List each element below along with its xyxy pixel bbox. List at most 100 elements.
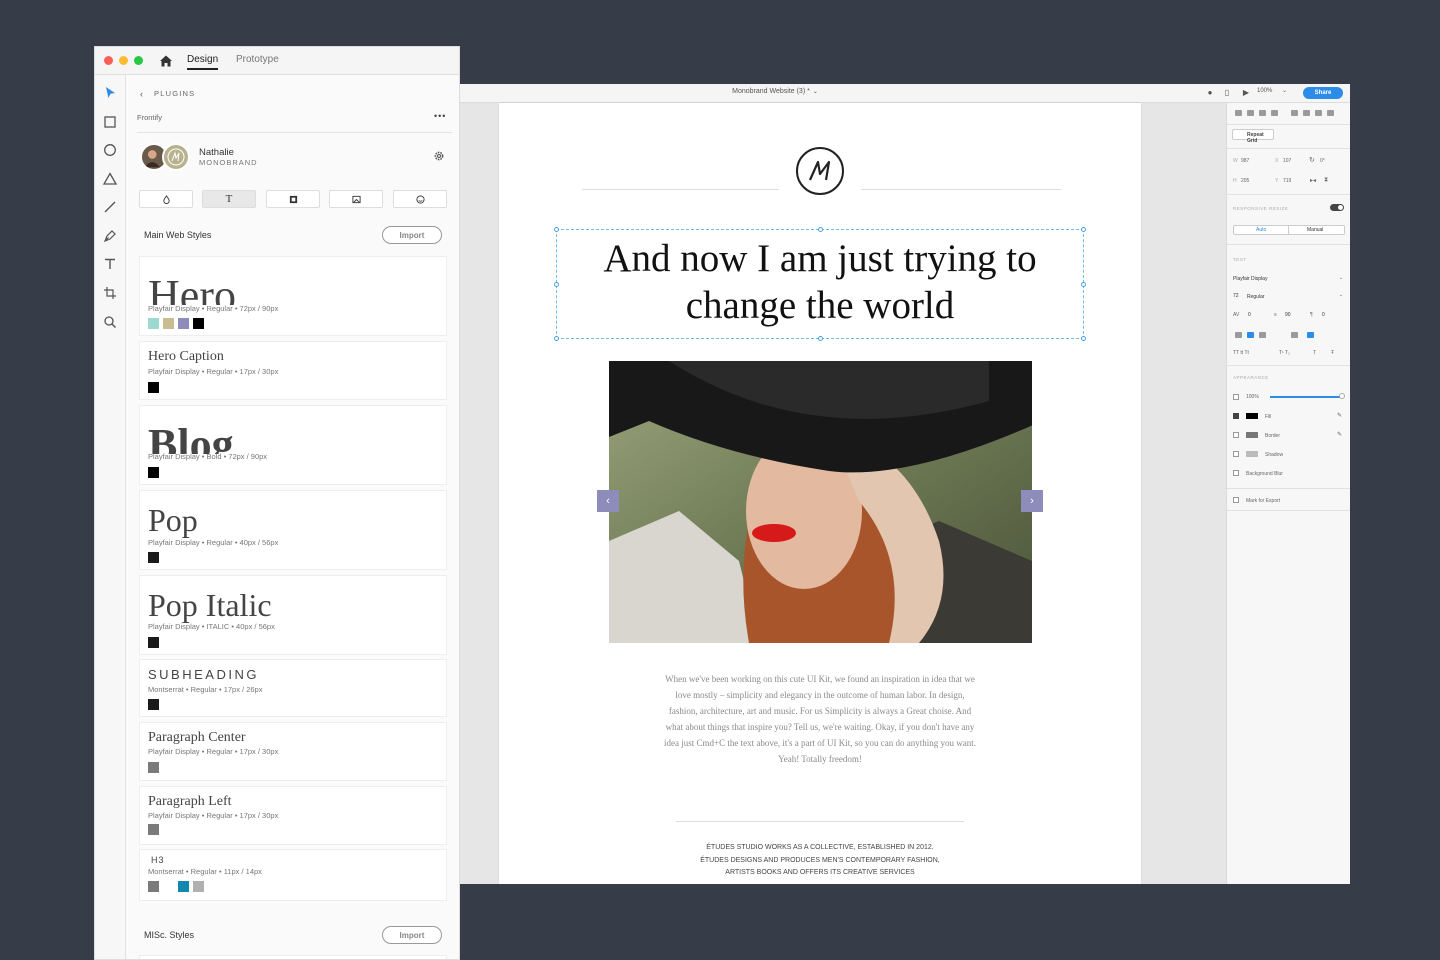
home-icon[interactable] bbox=[159, 54, 173, 68]
underline-icon[interactable]: T bbox=[1313, 350, 1316, 356]
more-options-icon[interactable]: ••• bbox=[434, 111, 446, 121]
typography-category-button[interactable]: T bbox=[202, 190, 256, 208]
play-icon[interactable]: ▶ bbox=[1240, 87, 1252, 99]
chevron-down-icon[interactable]: ⌄ bbox=[1282, 87, 1287, 94]
icons-category-button[interactable] bbox=[393, 190, 447, 208]
tab-prototype[interactable]: Prototype bbox=[236, 54, 279, 65]
colors-category-button[interactable] bbox=[139, 190, 193, 208]
user-icon[interactable]: ● bbox=[1204, 87, 1216, 99]
repeat-grid-button[interactable]: Repeat Grid bbox=[1232, 129, 1274, 144]
paragraph-spacing-field[interactable]: 0 bbox=[1322, 312, 1325, 318]
style-card-paragraph-left[interactable]: Paragraph Left Playfair Display • Regula… bbox=[139, 786, 447, 845]
font-size-field[interactable]: 72 bbox=[1233, 293, 1239, 299]
fill-swatch[interactable] bbox=[1246, 413, 1258, 419]
style-card-blog[interactable]: Blog Playfair Display • Bold • 72px / 90… bbox=[139, 405, 447, 485]
opacity-value[interactable]: 100% bbox=[1246, 394, 1259, 400]
polygon-tool-icon[interactable] bbox=[102, 171, 118, 187]
border-swatch[interactable] bbox=[1246, 432, 1258, 438]
tab-design[interactable]: Design bbox=[187, 54, 219, 70]
ellipse-tool-icon[interactable] bbox=[102, 142, 118, 158]
color-swatch[interactable] bbox=[193, 318, 204, 329]
chevron-down-icon[interactable]: ⌄ bbox=[1339, 292, 1343, 298]
document-title[interactable]: Monobrand Website (3) * ⌄ bbox=[460, 88, 1090, 95]
style-card-subheading[interactable]: SUBHEADING Montserrat • Regular • 17px /… bbox=[139, 659, 447, 717]
eyedropper-icon[interactable]: ✎ bbox=[1337, 412, 1342, 419]
style-card-pop[interactable]: Pop Playfair Display • Regular • 40px / … bbox=[139, 490, 447, 570]
color-swatch[interactable] bbox=[148, 318, 159, 329]
eyedropper-icon[interactable]: ✎ bbox=[1337, 431, 1342, 438]
zoom-level[interactable]: 100% bbox=[1257, 88, 1272, 94]
fill-checkbox[interactable] bbox=[1233, 413, 1239, 419]
resize-handle[interactable] bbox=[554, 227, 559, 232]
width-field[interactable]: 987 bbox=[1241, 158, 1249, 164]
resize-handle[interactable] bbox=[818, 227, 823, 232]
patterns-category-button[interactable] bbox=[266, 190, 320, 208]
style-card-hero-caption[interactable]: Hero Caption Playfair Display • Regular … bbox=[139, 341, 447, 400]
mobile-preview-icon[interactable]: ▯ bbox=[1221, 87, 1233, 99]
artboard-tool-icon[interactable] bbox=[102, 285, 118, 301]
font-weight-select[interactable]: Regular bbox=[1247, 294, 1265, 300]
color-swatch[interactable] bbox=[178, 881, 189, 892]
import-misc-styles-button[interactable]: Import bbox=[382, 926, 442, 944]
color-swatch[interactable] bbox=[148, 637, 159, 648]
rectangle-tool-icon[interactable] bbox=[102, 114, 118, 130]
text-align-left-icon[interactable] bbox=[1235, 332, 1242, 338]
point-text-icon[interactable] bbox=[1291, 332, 1298, 338]
text-transform-icons[interactable]: TT tt Tt bbox=[1233, 350, 1249, 356]
text-align-center-icon[interactable] bbox=[1247, 332, 1254, 338]
opacity-slider[interactable] bbox=[1270, 396, 1342, 398]
flip-icon[interactable]: ▸◂ bbox=[1310, 177, 1316, 184]
hero-heading[interactable]: And now I am just trying to change the w… bbox=[556, 235, 1084, 329]
line-spacing-field[interactable]: 90 bbox=[1285, 312, 1291, 318]
chevron-down-icon[interactable]: ⌄ bbox=[1339, 275, 1343, 281]
auto-option[interactable]: Auto bbox=[1234, 226, 1289, 234]
select-tool-icon[interactable] bbox=[102, 85, 118, 101]
style-card-h3[interactable]: H3 Montserrat • Regular • 11px / 14px bbox=[139, 849, 447, 901]
x-field[interactable]: 107 bbox=[1283, 158, 1291, 164]
strikethrough-icon[interactable]: Ŧ bbox=[1331, 350, 1334, 356]
color-swatch[interactable] bbox=[178, 318, 189, 329]
char-spacing-field[interactable]: 0 bbox=[1248, 312, 1251, 318]
color-swatch[interactable] bbox=[148, 762, 159, 773]
color-swatch[interactable] bbox=[148, 382, 159, 393]
shadow-swatch[interactable] bbox=[1246, 451, 1258, 457]
color-swatch[interactable] bbox=[163, 318, 174, 329]
pen-tool-icon[interactable] bbox=[102, 228, 118, 244]
carousel-prev-button[interactable]: ‹ bbox=[597, 490, 619, 512]
shadow-checkbox[interactable] bbox=[1233, 451, 1239, 457]
zoom-tool-icon[interactable] bbox=[102, 314, 118, 330]
opacity-checkbox[interactable] bbox=[1233, 394, 1239, 400]
body-paragraph[interactable]: When we've been working on this cute UI … bbox=[664, 671, 976, 767]
color-swatch[interactable] bbox=[193, 881, 204, 892]
color-swatch[interactable] bbox=[148, 699, 159, 710]
carousel-next-button[interactable]: › bbox=[1021, 490, 1043, 512]
artboard[interactable]: And now I am just trying to change the w… bbox=[499, 103, 1141, 884]
superscript-icons[interactable]: T¹ T₁ bbox=[1279, 350, 1290, 356]
plugins-label[interactable]: PLUGINS bbox=[154, 89, 195, 98]
resize-handle[interactable] bbox=[1081, 227, 1086, 232]
style-card-paragraph-center[interactable]: Paragraph Center Playfair Display • Regu… bbox=[139, 722, 447, 781]
color-swatch[interactable] bbox=[148, 881, 159, 892]
color-swatch[interactable] bbox=[148, 552, 159, 563]
resize-handle[interactable] bbox=[818, 336, 823, 341]
color-swatch[interactable] bbox=[148, 467, 159, 478]
manual-option[interactable]: Manual bbox=[1307, 227, 1323, 233]
color-swatch[interactable] bbox=[163, 881, 174, 892]
resize-handle[interactable] bbox=[1081, 336, 1086, 341]
align-right-icon[interactable] bbox=[1259, 110, 1266, 116]
chevron-left-icon[interactable]: ‹ bbox=[140, 89, 143, 99]
font-family-select[interactable]: Playfair Display bbox=[1233, 276, 1267, 282]
style-card-pop-italic[interactable]: Pop Italic Playfair Display • ITALIC • 4… bbox=[139, 575, 447, 655]
align-left-icon[interactable] bbox=[1235, 110, 1242, 116]
close-window-button[interactable] bbox=[104, 56, 113, 65]
rotation-field[interactable]: 0° bbox=[1320, 158, 1325, 164]
height-field[interactable]: 205 bbox=[1241, 178, 1249, 184]
style-card-misc[interactable] bbox=[139, 955, 447, 959]
align-middle-icon[interactable] bbox=[1303, 110, 1310, 116]
align-top-icon[interactable] bbox=[1291, 110, 1298, 116]
text-align-right-icon[interactable] bbox=[1259, 332, 1266, 338]
gear-icon[interactable] bbox=[433, 149, 445, 161]
minimize-window-button[interactable] bbox=[119, 56, 128, 65]
zoom-window-button[interactable] bbox=[134, 56, 143, 65]
y-field[interactable]: 719 bbox=[1283, 178, 1291, 184]
